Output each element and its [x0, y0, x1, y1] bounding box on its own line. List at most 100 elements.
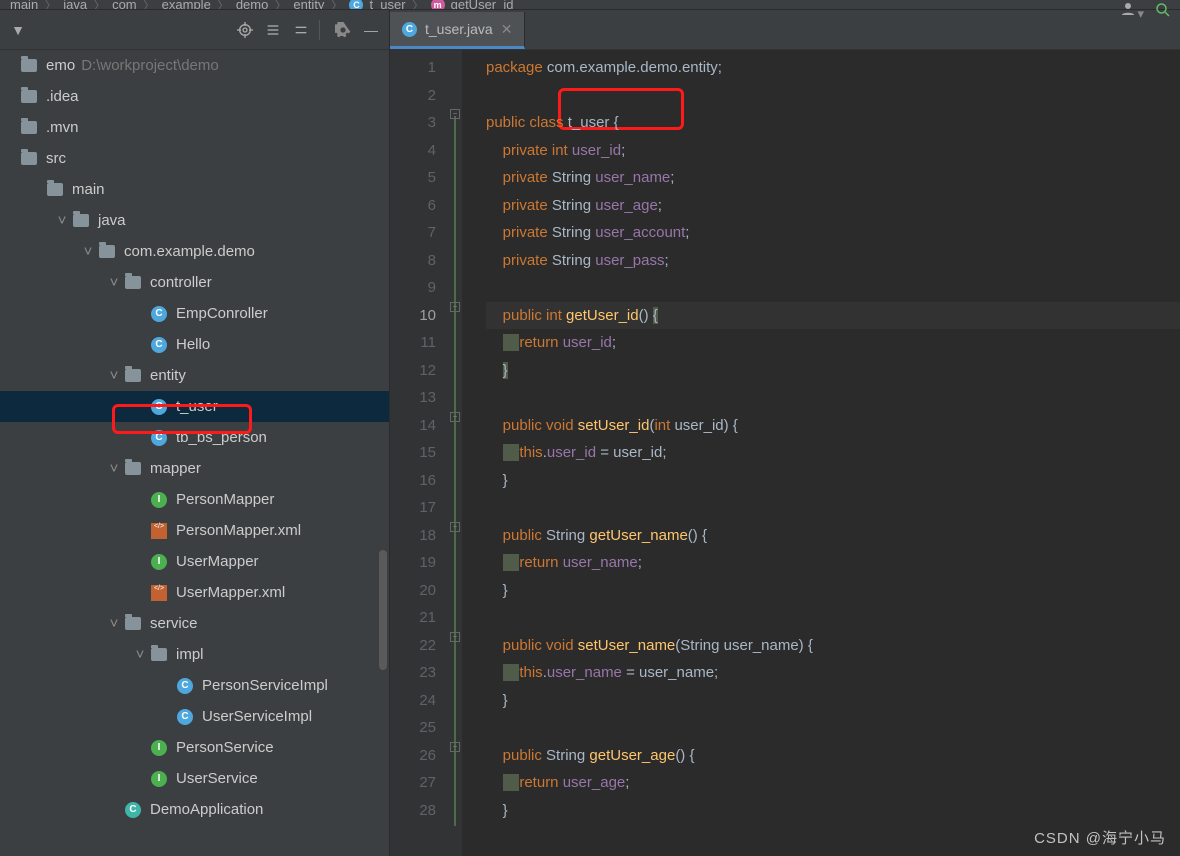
- code-line[interactable]: private String user_age;: [486, 192, 1180, 220]
- fold-toggle[interactable]: −: [450, 522, 460, 532]
- tree-item--mvn[interactable]: .mvn: [0, 112, 389, 143]
- class-icon: C: [150, 429, 168, 447]
- tree-item-impl[interactable]: ˅ impl: [0, 639, 389, 670]
- fold-toggle[interactable]: −: [450, 302, 460, 312]
- tree-item-controller[interactable]: ˅controller: [0, 267, 389, 298]
- code-editor[interactable]: 1234567891011121314151617181920212223242…: [390, 50, 1180, 856]
- chevron-icon[interactable]: ˅: [108, 460, 120, 477]
- crumb-example[interactable]: example: [162, 0, 211, 10]
- code-line[interactable]: [486, 82, 1180, 110]
- tree-item-usermapper[interactable]: IUserMapper: [0, 546, 389, 577]
- folder-icon: [20, 150, 38, 168]
- tree-item-mapper[interactable]: ˅mapper: [0, 453, 389, 484]
- minimize-icon[interactable]: —: [361, 20, 381, 40]
- tree-item--idea[interactable]: .idea: [0, 81, 389, 112]
- collapse-icon[interactable]: [291, 20, 311, 40]
- target-icon[interactable]: [235, 20, 255, 40]
- tree-item-emo[interactable]: emo D:\workproject\demo: [0, 50, 389, 81]
- tree-item-userserviceimpl[interactable]: CUserServiceImpl: [0, 701, 389, 732]
- tree-item-service[interactable]: ˅ service: [0, 608, 389, 639]
- tree-item-empconroller[interactable]: CEmpConroller: [0, 298, 389, 329]
- user-icon[interactable]: ▾: [1119, 0, 1144, 10]
- dropdown-icon[interactable]: ▼: [8, 20, 28, 40]
- tree-item-main[interactable]: main: [0, 174, 389, 205]
- code-line[interactable]: this.user_name = user_name;: [486, 659, 1180, 687]
- code-line[interactable]: }: [486, 577, 1180, 605]
- code-line[interactable]: [486, 384, 1180, 412]
- code-line[interactable]: public class t_user {: [486, 109, 1180, 137]
- tree-item-t-user[interactable]: Ct_user: [0, 391, 389, 422]
- code-line[interactable]: return user_age;: [486, 769, 1180, 797]
- chevron-icon[interactable]: ˅: [108, 367, 120, 384]
- tree-item-tb-bs-person[interactable]: Ctb_bs_person: [0, 422, 389, 453]
- tree-item-personservice[interactable]: IPersonService: [0, 732, 389, 763]
- tree-item-usermapper-xml[interactable]: UserMapper.xml: [0, 577, 389, 608]
- code-line[interactable]: }: [486, 467, 1180, 495]
- chevron-icon[interactable]: ˅: [108, 615, 120, 632]
- tree-label: impl: [176, 646, 204, 663]
- code-line[interactable]: }: [486, 797, 1180, 825]
- chevron-icon[interactable]: ˅: [108, 274, 120, 291]
- crumb-demo[interactable]: demo: [236, 0, 269, 10]
- fold-toggle[interactable]: −: [450, 109, 460, 119]
- tree-label: com.example.demo: [124, 243, 255, 260]
- code-line[interactable]: [486, 604, 1180, 632]
- line-number: 7: [394, 219, 436, 247]
- crumb-java[interactable]: java: [63, 0, 87, 10]
- close-icon[interactable]: ✕: [501, 21, 513, 38]
- tree-item-demoapplication[interactable]: CDemoApplication: [0, 794, 389, 825]
- fold-toggle[interactable]: −: [450, 412, 460, 422]
- tree-item-personmapper[interactable]: IPersonMapper: [0, 484, 389, 515]
- chevron-icon[interactable]: ˅: [134, 646, 146, 663]
- tab-t-user[interactable]: C t_user.java ✕: [390, 12, 525, 49]
- crumb-main[interactable]: main: [10, 0, 38, 10]
- fold-strip[interactable]: − − − − − −: [448, 50, 462, 856]
- code-line[interactable]: public void setUser_id(int user_id) {: [486, 412, 1180, 440]
- crumb-com[interactable]: com: [112, 0, 137, 10]
- code-line[interactable]: this.user_id = user_id;: [486, 439, 1180, 467]
- line-number: 11: [394, 329, 436, 357]
- tree-item-com-example-demo[interactable]: ˅ com.example.demo: [0, 236, 389, 267]
- scrollbar-thumb[interactable]: [379, 550, 387, 670]
- chevron-icon[interactable]: ˅: [82, 243, 94, 260]
- tree-item-src[interactable]: src: [0, 143, 389, 174]
- tree-item-personmapper-xml[interactable]: PersonMapper.xml: [0, 515, 389, 546]
- breadcrumb: main〉 java〉 com〉 example〉 demo〉 entity〉 …: [0, 0, 1180, 10]
- crumb-class[interactable]: t_user: [369, 0, 405, 10]
- tree-item-hello[interactable]: CHello: [0, 329, 389, 360]
- code-line[interactable]: private String user_name;: [486, 164, 1180, 192]
- tree-item-java[interactable]: ˅java: [0, 205, 389, 236]
- code-line[interactable]: [486, 714, 1180, 742]
- code-content[interactable]: package com.example.demo.entity; public …: [462, 50, 1180, 856]
- code-line[interactable]: }: [486, 687, 1180, 715]
- tree-item-personserviceimpl[interactable]: CPersonServiceImpl: [0, 670, 389, 701]
- fold-toggle[interactable]: −: [450, 632, 460, 642]
- code-line[interactable]: private int user_id;: [486, 137, 1180, 165]
- code-line[interactable]: public String getUser_name() {: [486, 522, 1180, 550]
- code-line[interactable]: package com.example.demo.entity;: [486, 54, 1180, 82]
- code-line[interactable]: private String user_pass;: [486, 247, 1180, 275]
- code-line[interactable]: return user_id;: [486, 329, 1180, 357]
- project-tree[interactable]: emo D:\workproject\demo.idea.mvnsrcmain˅…: [0, 50, 389, 856]
- code-line[interactable]: return user_name;: [486, 549, 1180, 577]
- code-line[interactable]: public String getUser_age() {: [486, 742, 1180, 770]
- crumb-method[interactable]: getUser_id: [451, 0, 514, 10]
- search-icon[interactable]: [1154, 1, 1172, 11]
- code-line[interactable]: public int getUser_id() {: [486, 302, 1180, 330]
- code-line[interactable]: public void setUser_name(String user_nam…: [486, 632, 1180, 660]
- expand-icon[interactable]: [263, 20, 283, 40]
- tree-item-userservice[interactable]: IUserService: [0, 763, 389, 794]
- code-line[interactable]: }: [486, 357, 1180, 385]
- tab-label: t_user.java: [425, 21, 493, 37]
- line-number: 13: [394, 384, 436, 412]
- crumb-entity[interactable]: entity: [293, 0, 324, 10]
- code-line[interactable]: [486, 274, 1180, 302]
- fold-toggle[interactable]: −: [450, 742, 460, 752]
- code-line[interactable]: [486, 494, 1180, 522]
- tree-label: service: [150, 615, 198, 632]
- code-line[interactable]: private String user_account;: [486, 219, 1180, 247]
- tree-item-entity[interactable]: ˅entity: [0, 360, 389, 391]
- gear-icon[interactable]: [333, 20, 353, 40]
- chevron-icon[interactable]: ˅: [56, 212, 68, 229]
- line-number: 14: [394, 412, 436, 440]
